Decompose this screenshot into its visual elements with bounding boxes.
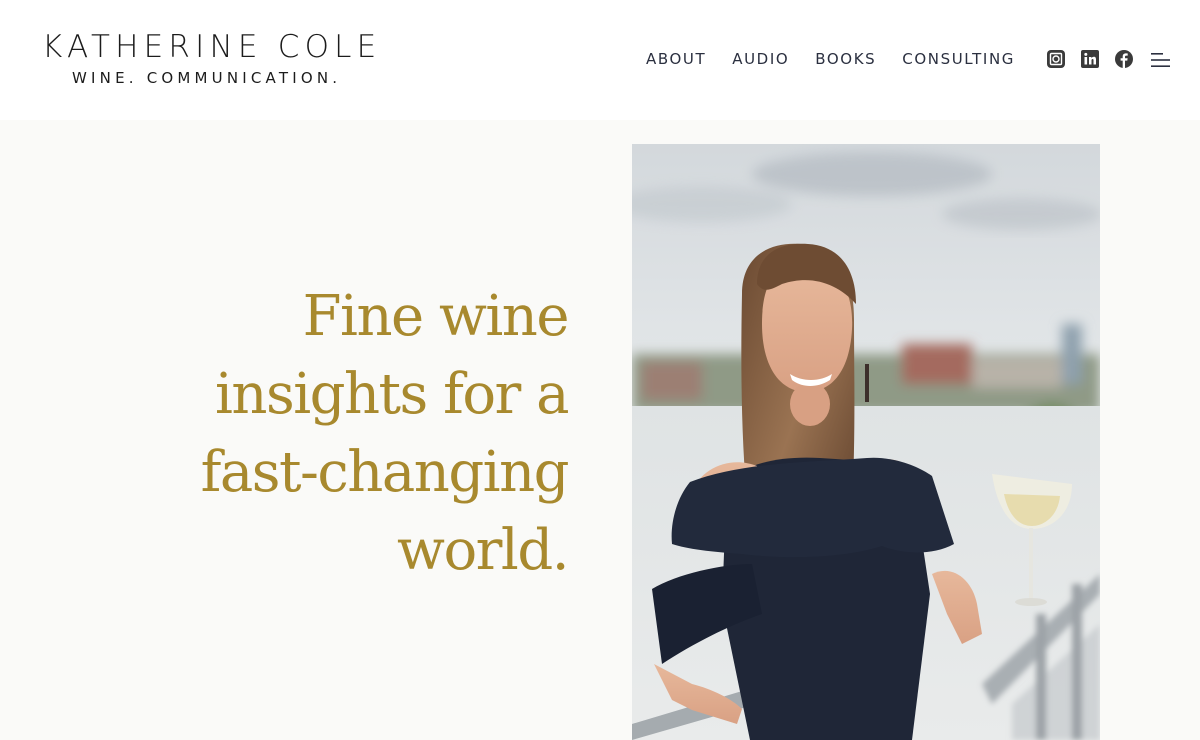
social-links <box>1046 49 1134 69</box>
headline-line: world. <box>397 518 569 583</box>
facebook-icon[interactable] <box>1114 49 1134 69</box>
site-header: KATHERINE COLE WINE. COMMUNICATION. ABOU… <box>0 0 1200 120</box>
headline-line: fast-changing <box>200 440 570 505</box>
site-logo[interactable]: KATHERINE COLE WINE. COMMUNICATION. <box>42 30 392 87</box>
logo-tagline: WINE. COMMUNICATION. <box>72 69 342 87</box>
nav-item-books[interactable]: BOOKS <box>815 49 876 69</box>
nav-item-about[interactable]: ABOUT <box>646 49 706 69</box>
headline-line: Fine wine <box>302 284 570 349</box>
logo-name: KATHERINE COLE <box>42 29 382 65</box>
hero-headline: Fine wine insights for a fast-changing w… <box>148 278 570 590</box>
menu-icon[interactable] <box>1150 51 1172 69</box>
main-nav: ABOUT AUDIO BOOKS CONSULTING <box>646 49 1015 69</box>
linkedin-icon[interactable] <box>1080 49 1100 69</box>
instagram-icon[interactable] <box>1046 49 1066 69</box>
nav-item-consulting[interactable]: CONSULTING <box>902 49 1015 69</box>
nav-item-audio[interactable]: AUDIO <box>732 49 789 69</box>
portrait-photo <box>632 144 1100 740</box>
headline-line: insights for a <box>215 362 569 427</box>
